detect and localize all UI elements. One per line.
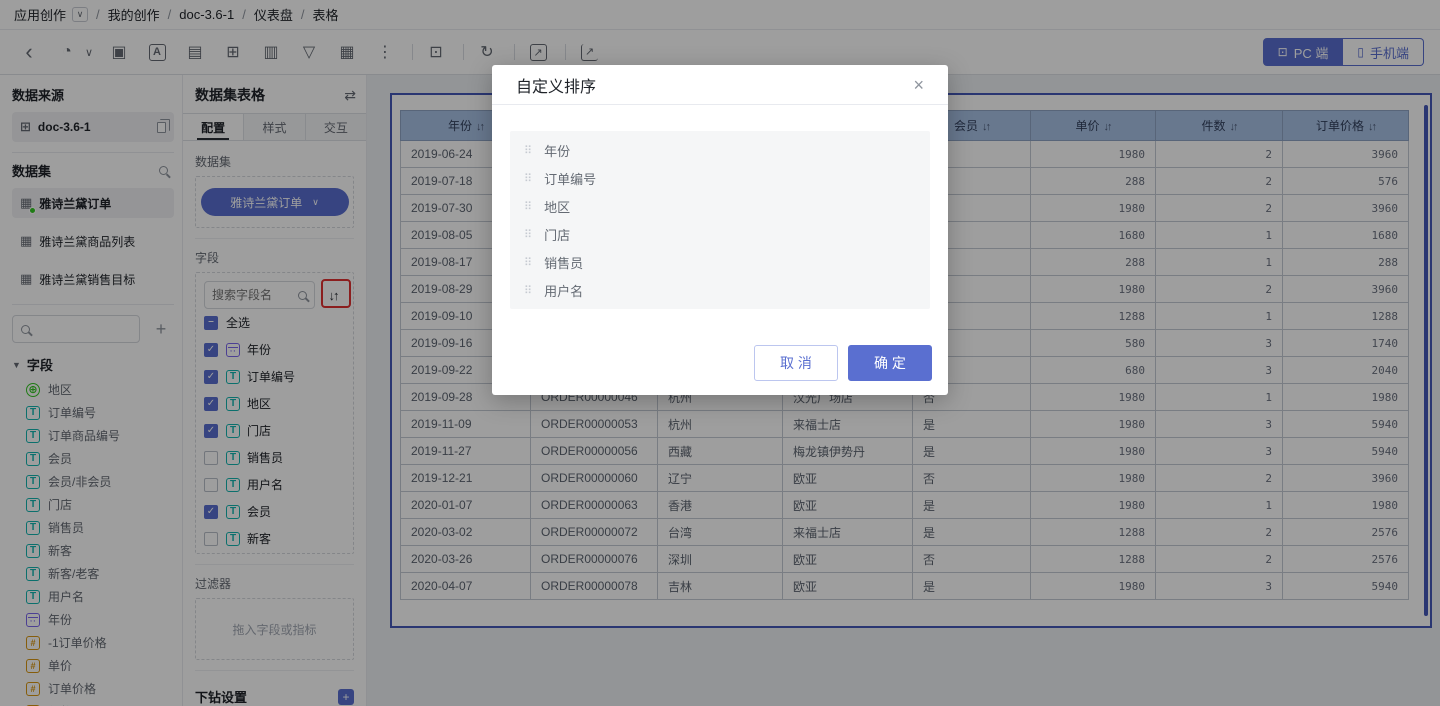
sort-item[interactable]: ⠿ 门店 [510,220,930,248]
drag-handle-icon[interactable]: ⠿ [524,144,532,157]
sort-item[interactable]: ⠿ 销售员 [510,248,930,276]
drag-handle-icon[interactable]: ⠿ [524,200,532,213]
confirm-button[interactable]: 确 定 [848,345,932,381]
sort-item[interactable]: ⠿ 地区 [510,192,930,220]
drag-handle-icon[interactable]: ⠿ [524,256,532,269]
sort-item[interactable]: ⠿ 订单编号 [510,164,930,192]
cancel-button[interactable]: 取 消 [754,345,838,381]
drag-handle-icon[interactable]: ⠿ [524,284,532,297]
drag-handle-icon[interactable]: ⠿ [524,172,532,185]
sort-item[interactable]: ⠿ 年份 [510,136,930,164]
sort-item[interactable]: ⠿ 用户名 [510,276,930,304]
drag-handle-icon[interactable]: ⠿ [524,228,532,241]
custom-sort-modal: 自定义排序 × ⠿ 年份 ⠿ 订单编号 ⠿ 地区 ⠿ 门店 [492,65,948,395]
close-icon[interactable]: × [913,76,924,94]
modal-title: 自定义排序 [516,73,596,97]
sort-item-list: ⠿ 年份 ⠿ 订单编号 ⠿ 地区 ⠿ 门店 ⠿ 销售员 [510,131,930,309]
